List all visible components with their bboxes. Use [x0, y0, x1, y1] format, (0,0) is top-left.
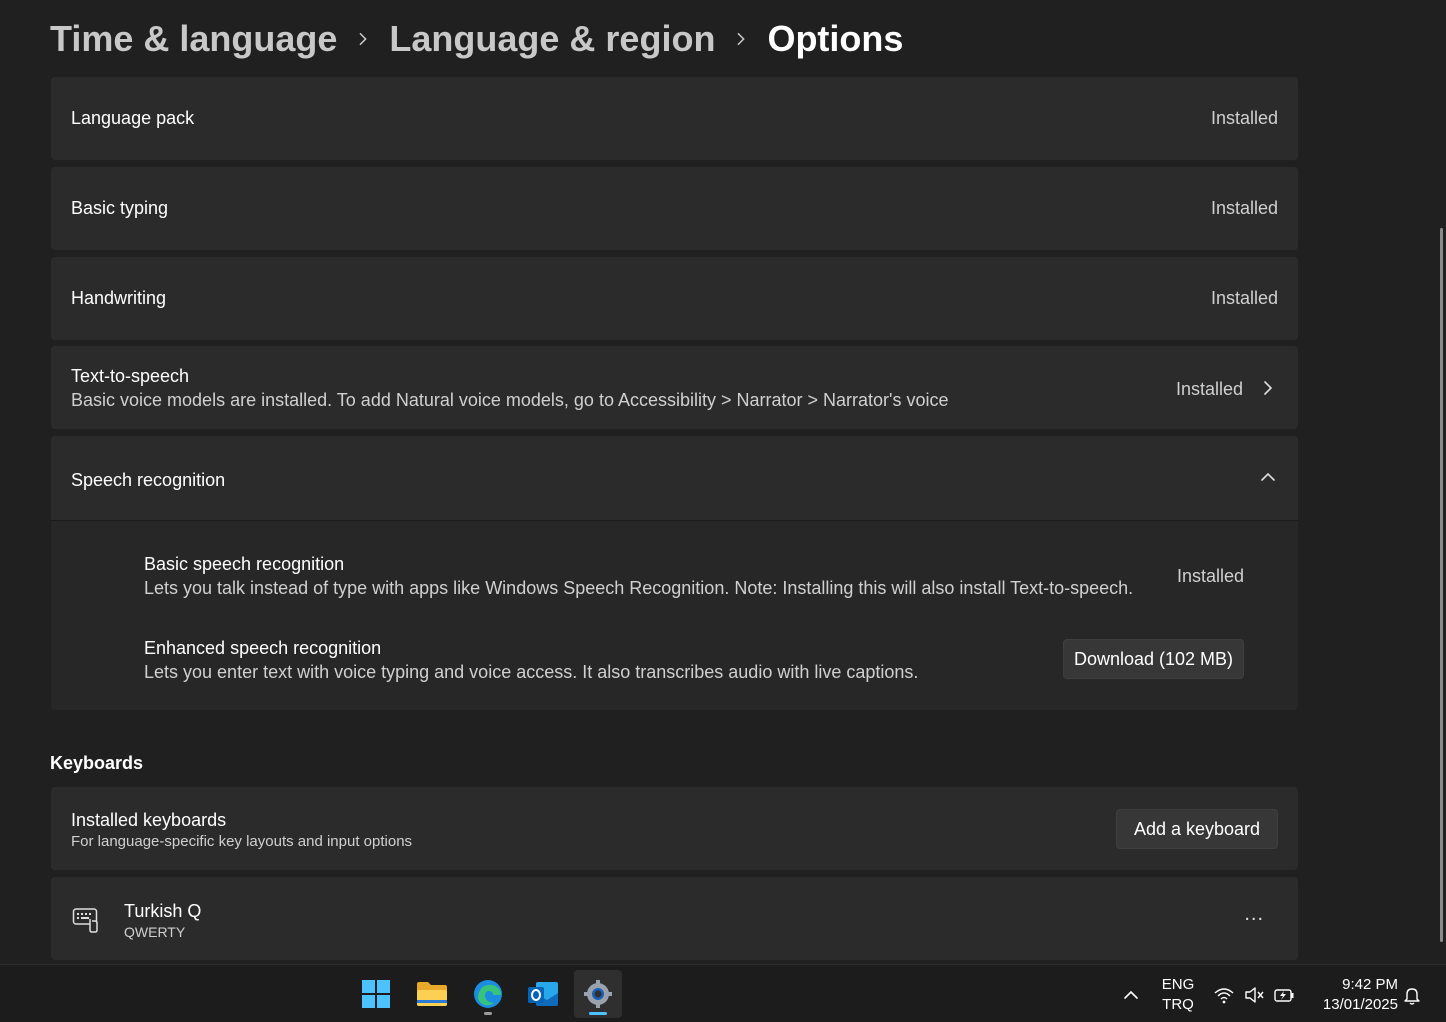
keyboard-layout: QWERTY	[124, 924, 186, 940]
active-indicator	[589, 1012, 607, 1015]
chevron-right-icon	[1264, 381, 1273, 395]
language-code: ENG	[1161, 976, 1195, 993]
input-language-indicator[interactable]: ENG TRQ	[1158, 975, 1198, 1015]
handwriting-title: Handwriting	[71, 288, 167, 308]
enhanced-speech-item: Enhanced speech recognition Lets you ent…	[144, 636, 918, 684]
notification-bell-icon[interactable]	[1401, 984, 1423, 1006]
basic-speech-title: Basic speech recognition	[144, 554, 345, 574]
handwriting-status: Installed	[1210, 288, 1278, 308]
enhanced-speech-description: Lets you enter text with voice typing an…	[144, 662, 919, 682]
clock-date: 13/01/2025	[1322, 996, 1398, 1013]
installed-keyboards-row: Installed keyboards For language-specifi…	[51, 787, 1298, 870]
taskbar: ENG TRQ 9:42 PM 13/01/2025	[0, 964, 1446, 1022]
volume-muted-icon[interactable]	[1243, 984, 1265, 1006]
breadcrumb: Time & language Language & region Option…	[50, 14, 903, 64]
running-indicator	[484, 1012, 492, 1015]
chevron-up-icon[interactable]	[1120, 984, 1142, 1006]
start-icon[interactable]	[352, 970, 400, 1018]
handwriting-row: Handwriting Installed	[51, 257, 1298, 340]
tts-status: Installed	[1175, 379, 1243, 399]
more-options-icon[interactable]: ...	[1244, 903, 1264, 926]
basic-speech-item: Basic speech recognition Lets you talk i…	[144, 552, 1133, 600]
basic-typing-row: Basic typing Installed	[51, 167, 1298, 250]
language-pack-title: Language pack	[71, 108, 195, 128]
chevron-right-icon	[715, 19, 767, 59]
basic-speech-description: Lets you talk instead of type with apps …	[144, 578, 1134, 598]
speech-recognition-title: Speech recognition	[71, 470, 226, 490]
outlook-icon[interactable]	[519, 970, 567, 1018]
battery-charging-icon[interactable]	[1273, 984, 1295, 1006]
enhanced-speech-title: Enhanced speech recognition	[144, 638, 382, 658]
edge-icon[interactable]	[464, 970, 512, 1018]
speech-recognition-expander[interactable]: Speech recognition	[51, 436, 1298, 520]
language-pack-row: Language pack Installed	[51, 77, 1298, 160]
breadcrumb-language-region[interactable]: Language & region	[389, 18, 715, 60]
clock-time: 9:42 PM	[1342, 976, 1398, 993]
tts-title: Text-to-speech	[71, 366, 190, 386]
file-explorer-icon[interactable]	[408, 970, 456, 1018]
clock[interactable]: 9:42 PM 13/01/2025	[1310, 975, 1398, 1015]
tts-description: Basic voice models are installed. To add…	[71, 390, 949, 410]
text-to-speech-row[interactable]: Text-to-speech Basic voice models are in…	[51, 346, 1298, 429]
basic-speech-status: Installed	[1176, 566, 1244, 586]
keyboard-icon	[72, 908, 98, 933]
basic-typing-status: Installed	[1210, 198, 1278, 218]
language-pack-status: Installed	[1210, 108, 1278, 128]
breadcrumb-time-language[interactable]: Time & language	[50, 18, 337, 60]
chevron-up-icon[interactable]	[1260, 469, 1276, 485]
scrollbar[interactable]	[1440, 228, 1443, 942]
keyboard-name: Turkish Q	[124, 901, 202, 921]
keyboard-code: TRQ	[1162, 996, 1194, 1013]
add-keyboard-button[interactable]: Add a keyboard	[1116, 809, 1278, 849]
chevron-right-icon	[337, 19, 389, 59]
basic-typing-title: Basic typing	[71, 198, 169, 218]
download-enhanced-speech-button[interactable]: Download (102 MB)	[1063, 639, 1244, 679]
keyboard-item-turkish-q: Turkish Q QWERTY ...	[51, 877, 1298, 960]
page-title: Options	[767, 18, 904, 59]
speech-recognition-content: Basic speech recognition Lets you talk i…	[51, 520, 1298, 710]
installed-keyboards-description: For language-specific key layouts and in…	[71, 833, 413, 850]
keyboards-section-header: Keyboards	[50, 753, 144, 773]
settings-icon[interactable]	[574, 970, 622, 1018]
wifi-icon[interactable]	[1213, 984, 1235, 1006]
installed-keyboards-title: Installed keyboards	[71, 810, 227, 830]
